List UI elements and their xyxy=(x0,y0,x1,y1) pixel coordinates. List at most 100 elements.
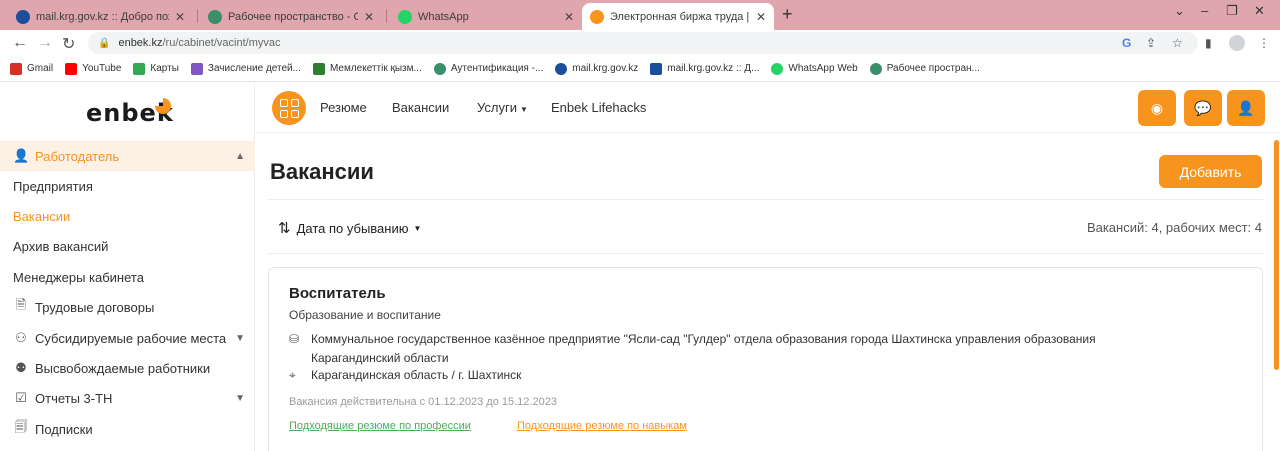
sidebar-item-labor-contracts[interactable]: 🗎 Трудовые договоры xyxy=(0,292,255,322)
sidebar-item-enterprises[interactable]: Предприятия xyxy=(0,171,255,201)
close-icon[interactable]: ✕ xyxy=(364,10,374,24)
close-icon[interactable]: ✕ xyxy=(756,10,766,24)
user-settings-icon: ⚇ xyxy=(15,330,27,345)
bookmark-workspace[interactable]: Рабочее простран... xyxy=(869,62,980,75)
chat-button[interactable]: 💬 xyxy=(1184,90,1222,126)
bookmark-mail-2[interactable]: mail.krg.gov.kz :: Д... xyxy=(650,62,759,75)
browser-tab-workspace[interactable]: Рабочее пространство - Отдел ✕ xyxy=(200,3,382,30)
browser-tab-mail[interactable]: mail.krg.gov.kz :: Добро пожалова ✕ xyxy=(8,3,193,30)
sidepanel-icon[interactable]: ▮ xyxy=(1205,36,1212,50)
chevron-up-icon: ▲ xyxy=(235,150,245,162)
google-translate-icon[interactable]: G xyxy=(1122,36,1131,50)
user-icon: 👤 xyxy=(1237,99,1255,116)
auth-icon xyxy=(433,62,446,75)
sidebar: enbek 👤 Работодатель ▲ Предприятия Вакан… xyxy=(0,83,255,451)
workspace-favicon-icon xyxy=(208,9,222,24)
browser-tab-whatsapp[interactable]: WhatsApp ✕ xyxy=(390,3,582,30)
new-tab-icon[interactable]: + xyxy=(782,4,793,25)
eye-icon: ◉ xyxy=(1150,99,1164,116)
bookmarks-bar: Gmail YouTube Карты Зачисление детей... … xyxy=(0,56,1280,82)
page-title: Вакансии xyxy=(270,159,374,184)
bookmark-whatsapp-web[interactable]: WhatsApp Web xyxy=(771,62,858,75)
vacancy-sphere: Образование и воспитание xyxy=(289,308,441,322)
vacancy-card[interactable]: Воспитатель Образование и воспитание ⛁ К… xyxy=(268,267,1263,451)
url-path: /ru/cabinet/vacint/myvac xyxy=(162,37,281,49)
matching-resumes-skills-link[interactable]: Подходящие резюме по навыкам xyxy=(517,420,687,432)
accessibility-button[interactable]: ◉ xyxy=(1138,90,1176,126)
profile-avatar-icon[interactable] xyxy=(1229,35,1245,51)
window-close-icon[interactable]: ✕ xyxy=(1254,3,1265,19)
share-icon[interactable]: ⇪ xyxy=(1146,36,1156,50)
tab-search-icon[interactable]: ⌄ xyxy=(1174,3,1185,19)
chevron-down-icon: ▼ xyxy=(235,392,245,404)
bookmark-mail[interactable]: mail.krg.gov.kz xyxy=(555,62,638,75)
bookmark-gmail[interactable]: Gmail xyxy=(10,62,53,75)
url-input[interactable]: 🔒 enbek.kz/ru/cabinet/vacint/myvac xyxy=(88,32,1198,54)
lock-icon: 🔒 xyxy=(98,37,111,49)
forward-icon[interactable]: → xyxy=(37,34,53,52)
close-icon[interactable]: ✕ xyxy=(175,10,185,24)
matching-resumes-profession-link[interactable]: Подходящие резюме по профессии xyxy=(289,420,471,432)
tab-title: Электронная биржа труда | Вак xyxy=(610,10,750,23)
sort-icon: ⇅ xyxy=(278,220,291,237)
bookmark-youtube[interactable]: YouTube xyxy=(65,62,121,75)
apps-menu-button[interactable] xyxy=(272,91,306,125)
bookmark-maps[interactable]: Карты xyxy=(133,62,179,75)
nav-lifehacks[interactable]: Enbek Lifehacks xyxy=(551,100,646,115)
site-header: Резюме Вакансии Услуги ▼ Enbek Lifehacks … xyxy=(256,83,1280,133)
enrollment-icon xyxy=(190,62,203,75)
bookmark-enrollment[interactable]: Зачисление детей... xyxy=(190,62,301,75)
chrome-menu-icon[interactable]: ⋮ xyxy=(1258,36,1270,50)
database-icon: ⛁ xyxy=(289,332,300,346)
sidebar-item-released-workers[interactable]: ⚉ Высвобождаемые работники xyxy=(0,353,255,383)
sort-dropdown[interactable]: ⇅ Дата по убыванию ▼ xyxy=(278,219,421,237)
bookmark-gov-services[interactable]: Мемлекеттік қызм... xyxy=(312,62,422,75)
user-icon: 👤 xyxy=(13,148,30,163)
vacancy-validity: Вакансия действительна с 01.12.2023 до 1… xyxy=(289,396,557,408)
sidebar-item-reports-3tn[interactable]: ☑ Отчеты 3-ТН ▼ xyxy=(0,383,255,413)
gov-services-icon xyxy=(312,62,325,75)
minimize-icon[interactable]: – xyxy=(1201,3,1208,18)
users-icon: ⚉ xyxy=(15,360,27,375)
vacancy-title[interactable]: Воспитатель xyxy=(289,285,386,302)
enbek-logo-mark-icon xyxy=(155,98,171,114)
chevron-down-icon: ▼ xyxy=(235,332,245,344)
browser-tab-enbek[interactable]: Электронная биржа труда | Вак ✕ xyxy=(582,3,774,30)
whatsapp-icon xyxy=(771,62,784,75)
bookmark-auth[interactable]: Аутентификация -... xyxy=(433,62,543,75)
checkbox-icon: ☑ xyxy=(15,390,27,405)
document-icon: 🗎 xyxy=(15,297,27,312)
enbek-favicon-icon xyxy=(590,9,604,24)
sidebar-item-subsidized-jobs[interactable]: ⚇ Субсидируемые рабочие места ▼ xyxy=(0,323,255,353)
whatsapp-favicon-icon xyxy=(398,9,412,24)
scrollbar[interactable] xyxy=(1274,140,1279,370)
vacancy-location: ⌖ Карагандинская область / г. Шахтинск xyxy=(289,368,522,382)
location-pin-icon: ⌖ xyxy=(289,368,296,382)
youtube-icon xyxy=(65,62,78,75)
divider xyxy=(268,199,1263,200)
reload-icon[interactable]: ↻ xyxy=(62,34,75,54)
vacancy-organization: ⛁ Коммунальное государственное казённое … xyxy=(289,330,1189,368)
nav-vacancies[interactable]: Вакансии xyxy=(392,100,449,115)
address-bar: ← → ↻ 🔒 enbek.kz/ru/cabinet/vacint/myvac… xyxy=(0,30,1280,56)
sidebar-item-cabinet-managers[interactable]: Менеджеры кабинета xyxy=(0,262,255,292)
sidebar-item-employer[interactable]: 👤 Работодатель ▲ xyxy=(0,141,255,171)
workspace-icon xyxy=(869,62,882,75)
restore-icon[interactable]: ❐ xyxy=(1226,3,1238,19)
add-vacancy-button[interactable]: Добавить xyxy=(1159,155,1262,188)
tab-title: mail.krg.gov.kz :: Добро пожалова xyxy=(36,10,169,23)
gmail-icon xyxy=(10,62,22,75)
back-icon[interactable]: ← xyxy=(12,34,28,52)
close-icon[interactable]: ✕ xyxy=(564,10,574,24)
divider xyxy=(268,253,1263,254)
sidebar-item-subscriptions[interactable]: 🗐 Подписки xyxy=(0,414,255,444)
bookmark-star-icon[interactable]: ☆ xyxy=(1172,36,1183,50)
url-domain: enbek.kz xyxy=(118,37,163,49)
profile-button[interactable]: 👤 xyxy=(1227,90,1265,126)
nav-resume[interactable]: Резюме xyxy=(320,100,367,115)
sidebar-item-vacancy-archive[interactable]: Архив вакансий xyxy=(0,231,255,261)
mail-favicon-icon xyxy=(16,9,30,24)
tab-title: Рабочее пространство - Отдел xyxy=(228,10,358,23)
sidebar-item-vacancies[interactable]: Вакансии xyxy=(0,201,255,231)
nav-services[interactable]: Услуги ▼ xyxy=(477,100,528,115)
